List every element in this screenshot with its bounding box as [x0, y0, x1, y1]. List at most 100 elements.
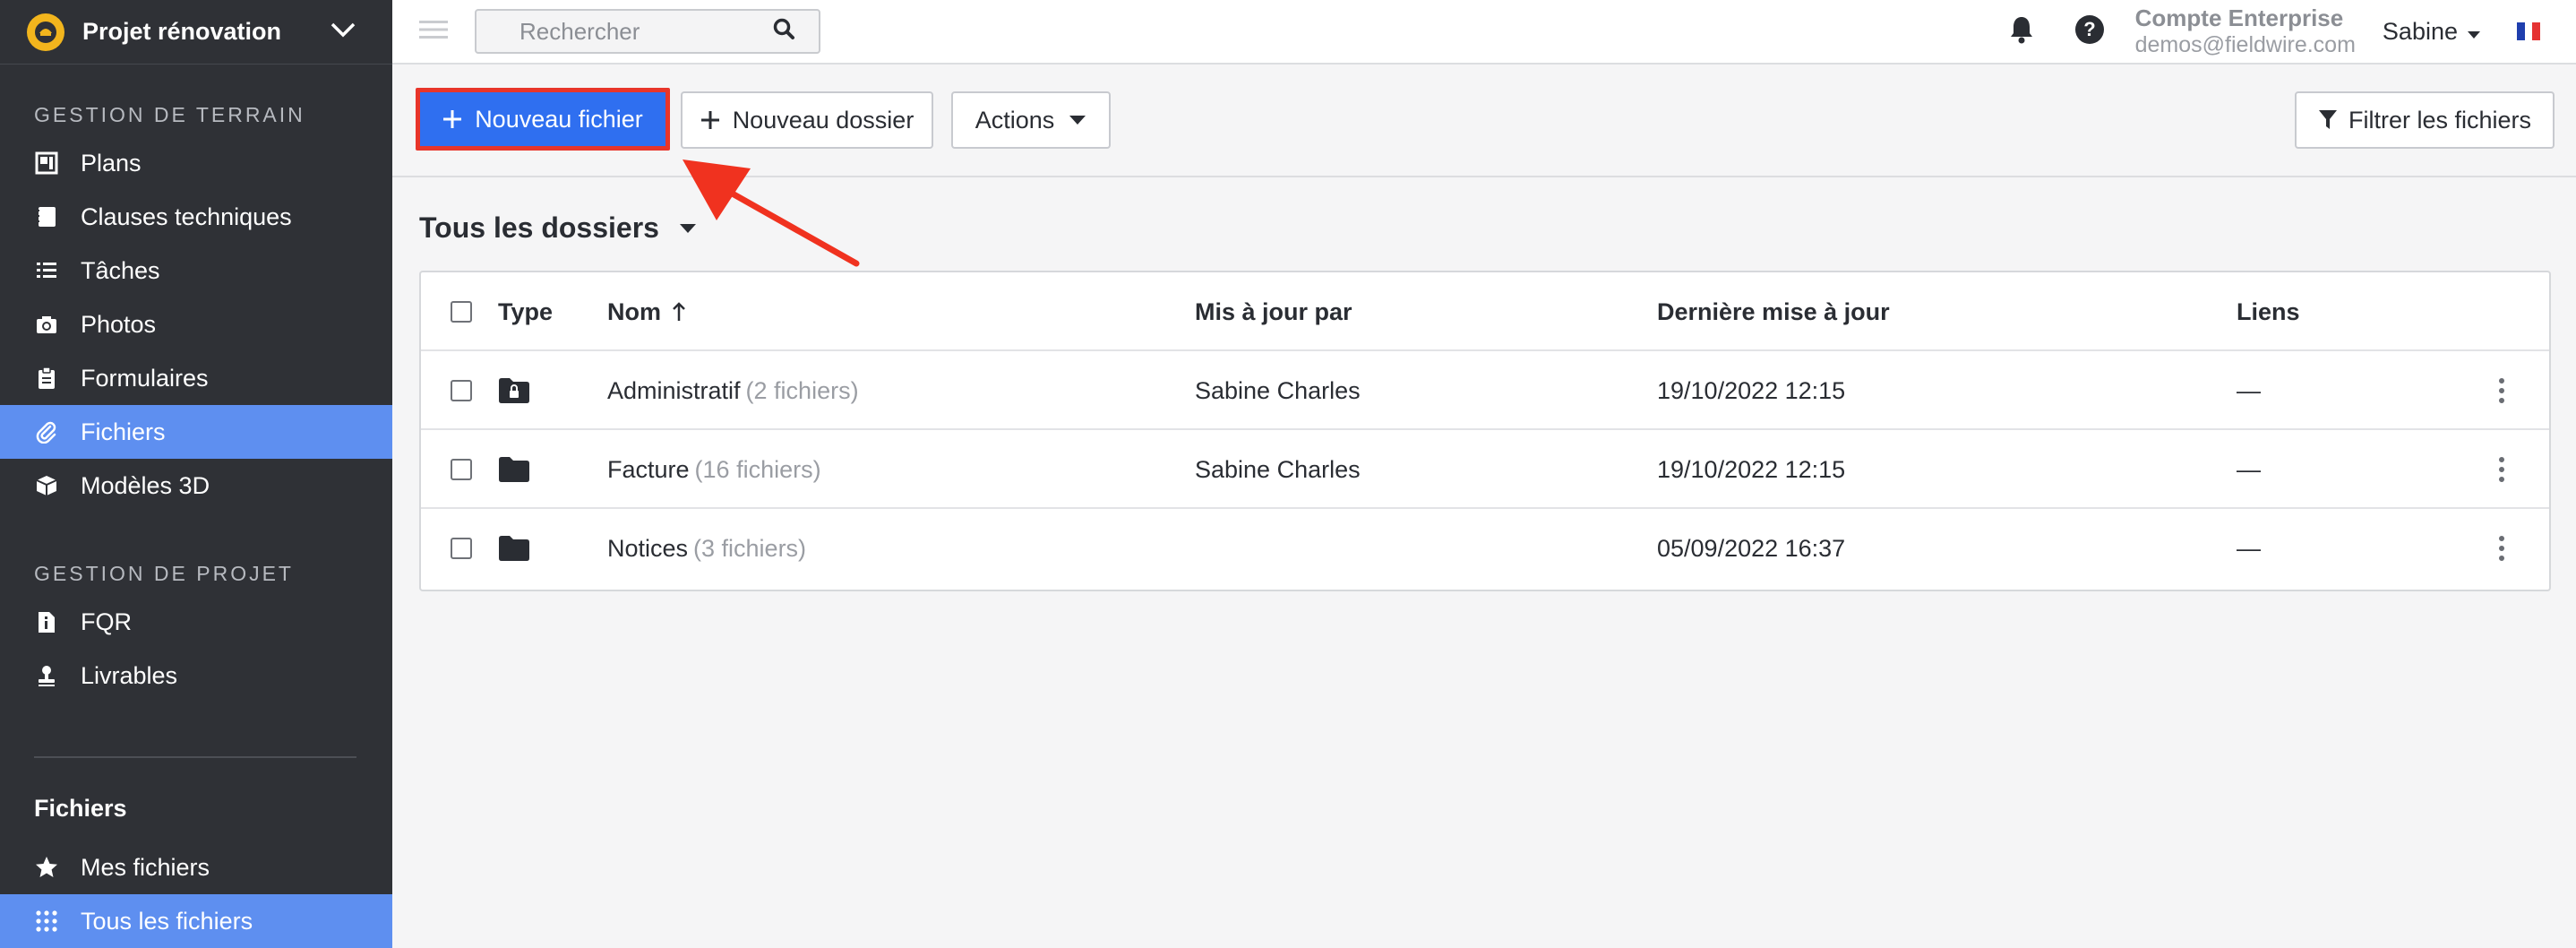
file-count: (16 fichiers) [695, 456, 821, 484]
folder-icon [498, 456, 530, 483]
links: — [2237, 430, 2261, 509]
updated-by: Sabine Charles [1195, 430, 1361, 509]
sidebar-item-label: Mes fichiers [81, 854, 210, 882]
sidebar-item-label: Livrables [81, 662, 177, 690]
new-folder-label: Nouveau dossier [733, 107, 914, 134]
plus-icon [442, 109, 462, 129]
folder-name[interactable]: Administratif [607, 377, 741, 405]
project-selector[interactable]: Projet rénovation [0, 0, 392, 65]
updated-by: Sabine Charles [1195, 351, 1361, 430]
links: — [2237, 509, 2261, 588]
new-file-label: Nouveau fichier [475, 106, 643, 134]
more-options-icon[interactable] [2499, 457, 2504, 482]
help-icon[interactable]: ? [2074, 14, 2105, 49]
table-row[interactable]: Administratif (2 fichiers) Sabine Charle… [421, 351, 2549, 430]
sidebar-item-label: Photos [81, 311, 156, 339]
specifications-icon [34, 204, 59, 229]
filter-files-button[interactable]: Filtrer les fichiers [2295, 91, 2555, 149]
top-bar: Rechercher ? Compte Enterprise demos@fie… [392, 0, 2576, 65]
plans-icon [34, 151, 59, 176]
stamp-icon [34, 663, 59, 688]
new-file-button[interactable]: Nouveau fichier [416, 88, 670, 151]
sidebar-item-label: Tâches [81, 257, 160, 285]
files-section-title: Fichiers [0, 789, 392, 828]
section-project-management: GESTION DE PROJET [0, 513, 392, 595]
locked-folder-icon [498, 377, 530, 404]
hamburger-menu-icon[interactable] [419, 19, 448, 45]
sidebar-item-plans[interactable]: Plans [0, 136, 392, 190]
new-folder-button[interactable]: Nouveau dossier [681, 91, 933, 149]
french-flag-icon[interactable] [2517, 22, 2540, 40]
project-logo-icon [27, 13, 64, 51]
files-toolbar: Nouveau fichier Nouveau dossier Actions … [392, 65, 2576, 177]
sidebar-item-label: Tous les fichiers [81, 908, 253, 935]
sidebar-item-label: Clauses techniques [81, 203, 292, 231]
file-count: (2 fichiers) [746, 377, 859, 405]
header-last-update: Dernière mise à jour [1657, 272, 1890, 351]
sidebar-item-photos[interactable]: Photos [0, 297, 392, 351]
header-name[interactable]: Nom [607, 272, 686, 351]
search-input[interactable]: Rechercher [475, 9, 820, 54]
caret-down-icon [2467, 18, 2481, 46]
star-icon [34, 855, 59, 880]
links: — [2237, 351, 2261, 430]
sidebar-item-my-files[interactable]: Mes fichiers [0, 840, 392, 894]
list-icon [34, 258, 59, 283]
user-menu[interactable]: Sabine [2383, 18, 2481, 46]
filter-icon [2318, 109, 2338, 131]
sidebar-item-label: Modèles 3D [81, 472, 210, 500]
table-row[interactable]: Notices (3 fichiers) 05/09/2022 16:37 — [421, 509, 2549, 588]
folder-name[interactable]: Notices [607, 535, 688, 563]
account-info: Compte Enterprise demos@fieldwire.com [2135, 4, 2356, 58]
clipboard-icon [34, 366, 59, 391]
grid-icon [34, 909, 59, 934]
sidebar-item-submittals[interactable]: Livrables [0, 649, 392, 702]
chevron-down-icon[interactable] [330, 22, 356, 42]
camera-icon [34, 312, 59, 337]
sidebar-item-3d-models[interactable]: Modèles 3D [0, 459, 392, 513]
last-update: 19/10/2022 12:15 [1657, 430, 1845, 509]
header-updated-by: Mis à jour par [1195, 272, 1352, 351]
sidebar-item-forms[interactable]: Formulaires [0, 351, 392, 405]
table-row[interactable]: Facture (16 fichiers) Sabine Charles 19/… [421, 430, 2549, 509]
bell-icon[interactable] [2008, 14, 2035, 49]
file-count: (3 fichiers) [693, 535, 806, 563]
row-checkbox[interactable] [451, 380, 472, 401]
actions-dropdown[interactable]: Actions [951, 91, 1111, 149]
breadcrumb-label: Tous les dossiers [419, 211, 659, 245]
account-email: demos@fieldwire.com [2135, 31, 2356, 58]
sidebar-item-label: Fichiers [81, 418, 166, 446]
more-options-icon[interactable] [2499, 378, 2504, 403]
info-document-icon [34, 609, 59, 634]
sidebar-item-label: Plans [81, 150, 142, 177]
more-options-icon[interactable] [2499, 536, 2504, 561]
sidebar-item-all-files[interactable]: Tous les fichiers [0, 894, 392, 948]
sidebar-item-specifications[interactable]: Clauses techniques [0, 190, 392, 244]
header-links: Liens [2237, 272, 2300, 351]
search-placeholder: Rechercher [519, 18, 772, 46]
sidebar-item-tasks[interactable]: Tâches [0, 244, 392, 297]
search-icon[interactable] [772, 17, 795, 47]
sidebar-item-rfi[interactable]: FQR [0, 595, 392, 649]
sidebar: Projet rénovation GESTION DE TERRAIN Pla… [0, 0, 392, 948]
sidebar-item-label: FQR [81, 608, 132, 636]
folder-name[interactable]: Facture [607, 456, 690, 484]
project-name: Projet rénovation [82, 18, 281, 46]
row-checkbox[interactable] [451, 538, 472, 559]
last-update: 19/10/2022 12:15 [1657, 351, 1845, 430]
header-name-label: Nom [607, 298, 661, 326]
select-all-checkbox[interactable] [451, 301, 472, 323]
sidebar-item-files[interactable]: Fichiers [0, 405, 392, 459]
row-checkbox[interactable] [451, 459, 472, 480]
actions-label: Actions [975, 107, 1055, 134]
folder-breadcrumb[interactable]: Tous les dossiers [419, 211, 697, 245]
folder-icon [498, 535, 530, 562]
user-name: Sabine [2383, 18, 2458, 46]
section-field-management: GESTION DE TERRAIN [0, 65, 392, 136]
caret-down-icon [1069, 115, 1086, 125]
paperclip-icon [34, 419, 59, 444]
svg-text:?: ? [2083, 18, 2095, 40]
sort-ascending-icon [672, 302, 686, 322]
table-header: Type Nom Mis à jour par Dernière mise à … [421, 272, 2549, 351]
account-name: Compte Enterprise [2135, 4, 2356, 31]
